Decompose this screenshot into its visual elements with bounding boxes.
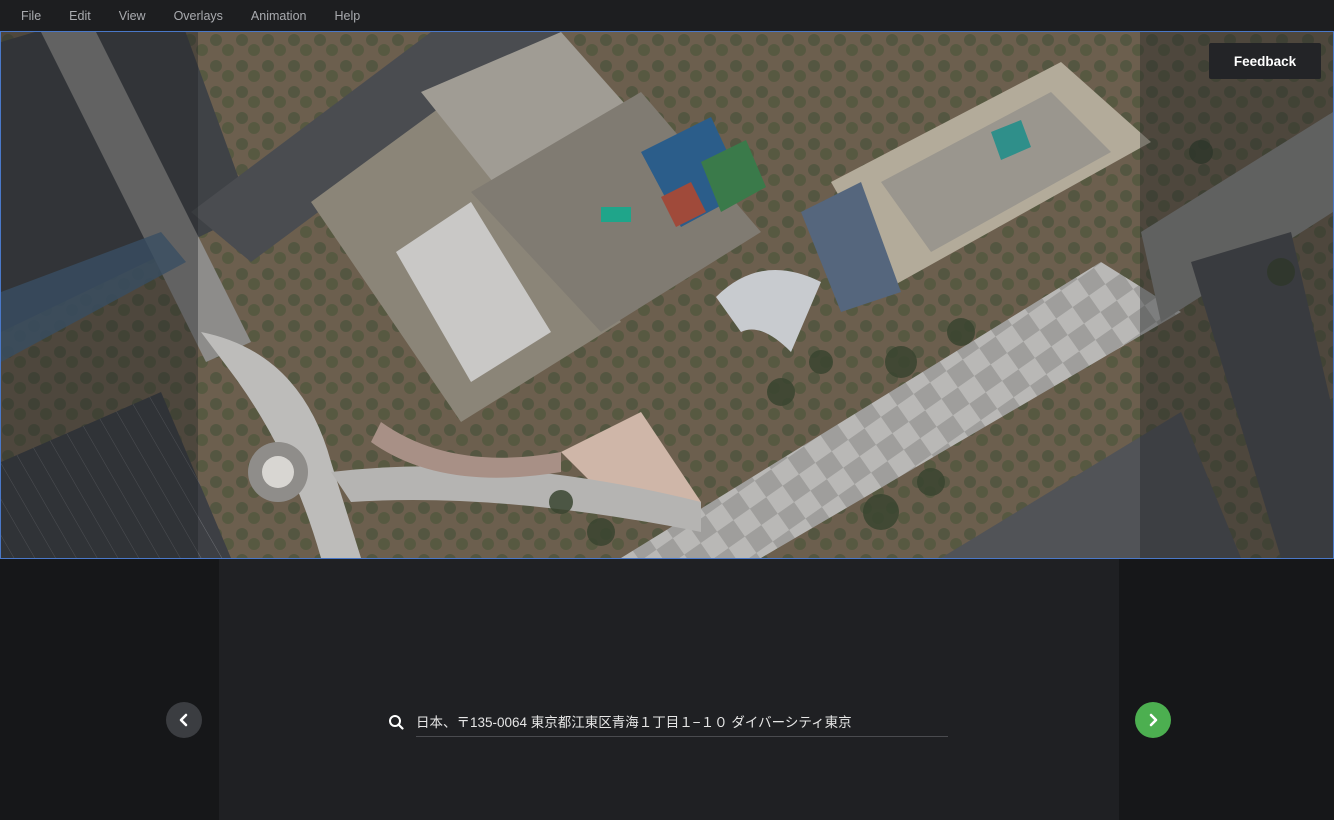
feedback-button[interactable]: Feedback: [1209, 43, 1321, 79]
viewport-dim-left: [1, 32, 198, 558]
chevron-right-icon: [1149, 713, 1158, 727]
menu-edit[interactable]: Edit: [69, 9, 105, 23]
search-underline: [416, 736, 948, 737]
chevron-left-icon: [179, 713, 188, 727]
menu-file[interactable]: File: [21, 9, 55, 23]
menu-animation[interactable]: Animation: [251, 9, 321, 23]
location-search[interactable]: 日本、〒135-0064 東京都江東区青海１丁目１−１０ ダイバーシティ東京: [388, 706, 948, 737]
next-button[interactable]: [1135, 702, 1171, 738]
search-input[interactable]: 日本、〒135-0064 東京都江東区青海１丁目１−１０ ダイバーシティ東京: [416, 711, 948, 731]
menu-view[interactable]: View: [119, 9, 160, 23]
previous-button[interactable]: [166, 702, 202, 738]
viewport-dim-right: [1140, 32, 1333, 558]
menu-help[interactable]: Help: [335, 9, 375, 23]
map-viewport[interactable]: Feedback: [0, 31, 1334, 559]
search-icon: [389, 715, 404, 730]
menu-overlays[interactable]: Overlays: [174, 9, 237, 23]
satellite-image: [1, 32, 1333, 558]
location-panel: [219, 559, 1119, 820]
menu-bar: File Edit View Overlays Animation Help: [0, 0, 1334, 31]
